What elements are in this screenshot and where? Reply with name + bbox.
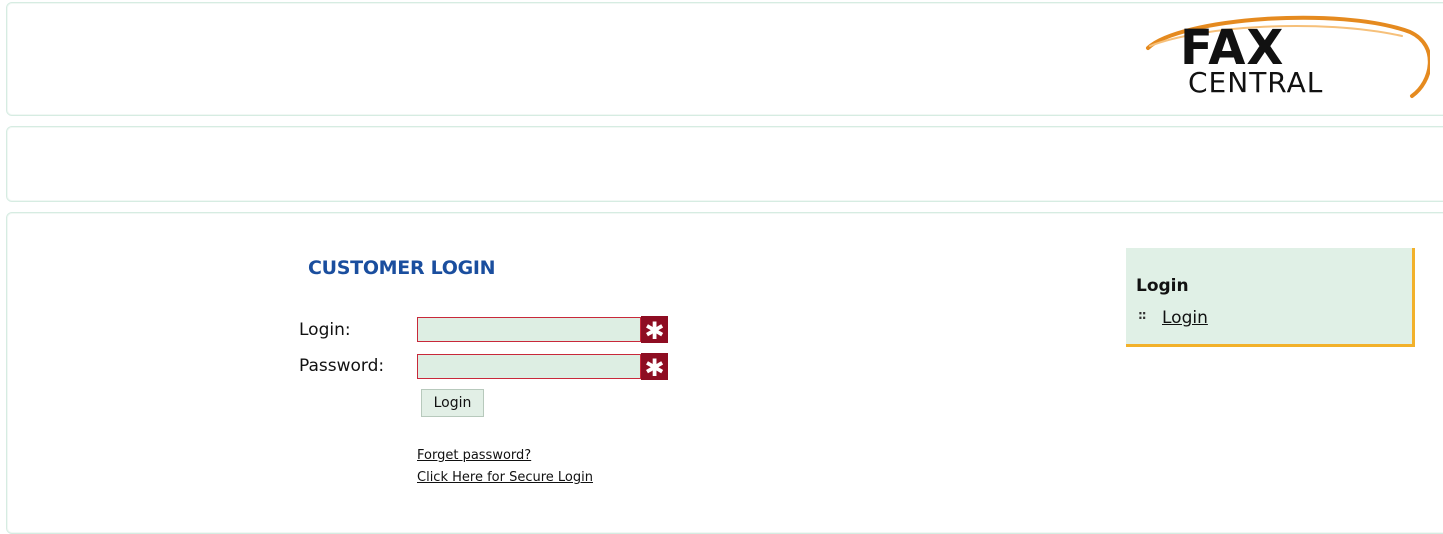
navigation-panel — [6, 126, 1443, 202]
required-asterisk-icon: ✱ — [641, 353, 668, 382]
sidebar-title: Login — [1136, 276, 1189, 296]
sidebar-login-link[interactable]: Login — [1162, 308, 1208, 328]
sidebar-login-box: Login :: Login — [1126, 248, 1415, 347]
password-input[interactable] — [417, 354, 641, 379]
page-title: CUSTOMER LOGIN — [308, 257, 496, 279]
logo-text-central: CENTRAL — [1188, 66, 1324, 99]
required-asterisk-icon: ✱ — [641, 316, 668, 345]
logo-text-fax: FAX — [1180, 20, 1285, 76]
grip-dots-icon: :: — [1138, 308, 1147, 322]
login-label: Login: — [299, 320, 351, 340]
forgot-password-link[interactable]: Forget password? — [417, 448, 531, 463]
secure-login-link[interactable]: Click Here for Secure Login — [417, 470, 593, 485]
login-button[interactable]: Login — [421, 389, 484, 417]
fax-central-logo: FAX CENTRAL — [1140, 12, 1430, 104]
login-input[interactable] — [417, 317, 641, 342]
password-label: Password: — [299, 356, 385, 376]
